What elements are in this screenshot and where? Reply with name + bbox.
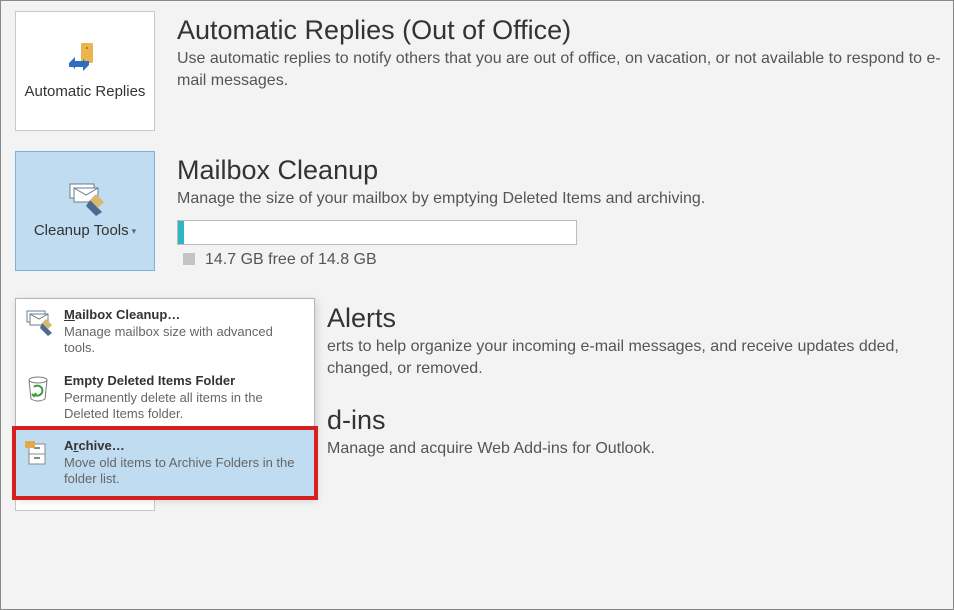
automatic-replies-tile[interactable]: Automatic Replies <box>15 11 155 131</box>
automatic-replies-icon <box>65 41 105 77</box>
menu-item-archive-title: Archive… <box>64 438 304 453</box>
menu-item-mailbox-cleanup-desc: Manage mailbox size with advanced tools. <box>64 324 304 357</box>
storage-free-text: 14.7 GB free of 14.8 GB <box>183 251 953 269</box>
rules-alerts-desc: erts to help organize your incoming e-ma… <box>327 336 953 381</box>
recycle-icon <box>24 373 58 403</box>
automatic-replies-desc: Use automatic replies to notify others t… <box>177 48 953 93</box>
rules-alerts-heading: Alerts <box>327 303 953 334</box>
menu-item-empty-deleted-desc: Permanently delete all items in the Dele… <box>64 390 304 423</box>
mailbox-cleanup-heading: Mailbox Cleanup <box>177 155 953 186</box>
menu-item-mailbox-cleanup[interactable]: Mailbox Cleanup… Manage mailbox size wit… <box>16 299 314 365</box>
addins-desc: Manage and acquire Web Add-ins for Outlo… <box>327 438 953 460</box>
cleanup-tools-menu: Mailbox Cleanup… Manage mailbox size wit… <box>15 298 315 497</box>
addins-heading: d-ins <box>327 405 953 436</box>
cleanup-tools-icon <box>64 182 106 216</box>
menu-item-archive-desc: Move old items to Archive Folders in the… <box>64 455 304 488</box>
automatic-replies-label: Automatic Replies <box>19 83 152 100</box>
menu-item-empty-deleted-title: Empty Deleted Items Folder <box>64 373 304 388</box>
cleanup-tools-tile[interactable]: Cleanup Tools▾ <box>15 151 155 271</box>
archive-icon <box>24 438 58 468</box>
storage-bar <box>177 220 577 245</box>
menu-item-archive[interactable]: Archive… Move old items to Archive Folde… <box>16 430 314 496</box>
menu-item-mailbox-cleanup-title: Mailbox Cleanup… <box>64 307 304 322</box>
mailbox-cleanup-desc: Manage the size of your mailbox by empty… <box>177 188 953 210</box>
mailbox-cleanup-icon <box>24 307 58 337</box>
automatic-replies-heading: Automatic Replies (Out of Office) <box>177 15 953 46</box>
cleanup-tools-label: Cleanup Tools▾ <box>28 222 142 239</box>
storage-used-segment <box>178 221 184 244</box>
chevron-down-icon: ▾ <box>132 226 137 236</box>
menu-item-empty-deleted[interactable]: Empty Deleted Items Folder Permanently d… <box>16 365 314 431</box>
